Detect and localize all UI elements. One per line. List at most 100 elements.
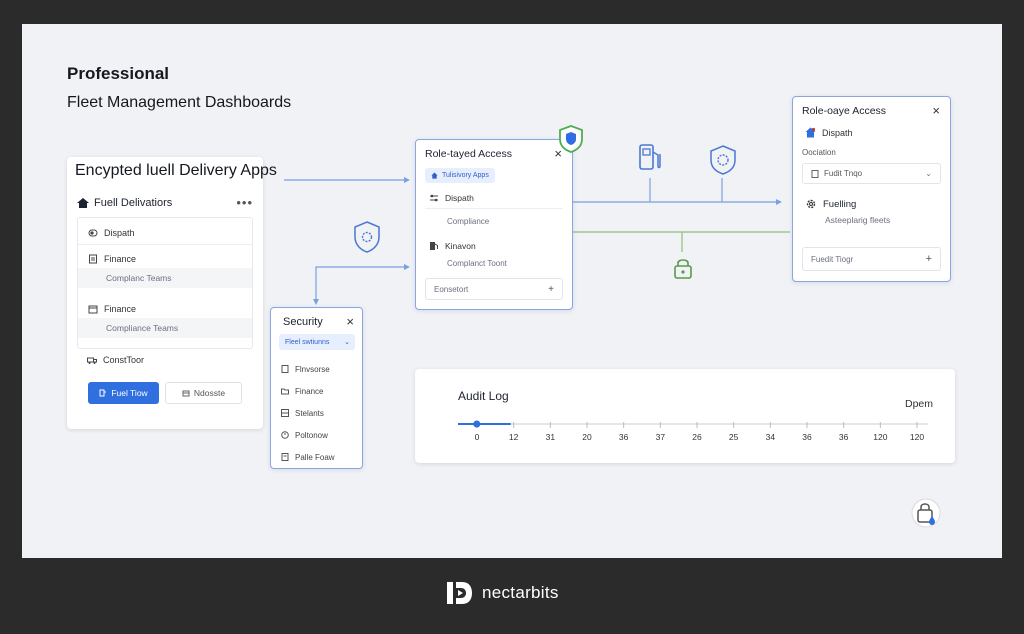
- fuel-card-title: Fuell Delivatiors: [94, 196, 173, 209]
- timeline-tick-label: 25: [728, 432, 739, 442]
- list-item-label: ConstToor: [103, 355, 145, 365]
- close-icon[interactable]: ×: [346, 314, 354, 329]
- role-access-card: Role-tayed Access × Tulisivory Apps Disp…: [415, 139, 573, 310]
- field-label: Oociation: [802, 148, 836, 157]
- audit-log-right-label: Dpem: [904, 398, 933, 410]
- list-item[interactable]: ConstToor: [87, 355, 144, 365]
- list-item[interactable]: Dispath: [429, 193, 474, 203]
- calendar-icon: [88, 305, 98, 314]
- truck-icon: [87, 357, 97, 364]
- chevron-down-icon: ⌄: [344, 339, 350, 346]
- apps-tag-label: Tulisivory Apps: [442, 172, 489, 179]
- add-entry-text: Fuedit Tiogr: [811, 254, 854, 264]
- add-entry-input[interactable]: Fuedit Tiogr +: [802, 247, 941, 271]
- list-item[interactable]: Palle Foaw: [281, 446, 335, 468]
- timeline-tick-label: 0: [474, 432, 480, 442]
- list-item-label: Dispath: [445, 193, 474, 203]
- shield-check-icon: [559, 125, 583, 153]
- list-item-label: Finance: [104, 304, 137, 314]
- add-entry-text: Eonsetort: [434, 284, 469, 294]
- timeline-tick-label: 120: [873, 432, 888, 442]
- timeline-tick-label: 12: [508, 432, 519, 442]
- document-icon: [281, 365, 289, 373]
- timeline-slider[interactable]: [458, 419, 928, 429]
- audit-log-title: Audit Log: [458, 389, 509, 403]
- list-item[interactable]: Flnvsorse: [281, 358, 335, 380]
- fuel-pump-icon: [639, 144, 661, 170]
- add-entry-input[interactable]: Eonsetort +: [425, 278, 563, 300]
- shield-gear-icon: [710, 145, 736, 175]
- document-icon: [89, 254, 97, 264]
- list-item-sub: Complanc Teams: [78, 268, 252, 288]
- divider: [78, 244, 252, 245]
- list-item-label: Finance: [295, 386, 324, 396]
- timeline-tick-label: 36: [802, 432, 812, 442]
- headline: Professional Fleet Management Dashboards: [67, 64, 291, 112]
- list-item[interactable]: Dispath: [88, 228, 135, 238]
- list-item[interactable]: Dispath: [805, 127, 853, 138]
- home-icon: [431, 172, 438, 179]
- list-item-label: Flnvsorse: [295, 364, 330, 374]
- list-item[interactable]: Stelants: [281, 402, 335, 424]
- list-item[interactable]: Poltonow: [281, 424, 335, 446]
- lock-icon: [674, 259, 692, 279]
- timeline-tick-label: 36: [838, 432, 849, 442]
- document-icon: [811, 169, 819, 178]
- list-item[interactable]: Finance: [88, 254, 136, 264]
- list-item[interactable]: Kinavon: [429, 241, 476, 251]
- box-icon: [182, 390, 190, 397]
- timeline-tick-label: 37: [655, 432, 666, 442]
- timeline-tick-label: 20: [582, 432, 592, 442]
- fuel-icon: [99, 389, 107, 397]
- folder-icon: [281, 388, 289, 395]
- more-options-icon[interactable]: •••: [236, 195, 253, 210]
- timeline-handle: [473, 420, 481, 428]
- fuel-card-list: Dispath Finance Complanc Teams Finance C…: [77, 217, 253, 349]
- lock-drop-icon: [911, 498, 941, 528]
- timeline-tick-labels: 0 12 31 20 36 37 26 25 34 36 36 120 120: [458, 432, 928, 444]
- list-item-label: Poltonow: [295, 430, 328, 440]
- list-item-sub: Compliance: [447, 217, 490, 226]
- list-item[interactable]: Finance: [281, 380, 335, 402]
- secondary-button[interactable]: Ndosste: [165, 382, 242, 404]
- fuel-card-header: Fuell Delivatiors •••: [77, 195, 253, 210]
- audit-select[interactable]: Fudit Tnqo ⌄: [802, 163, 941, 184]
- fleet-dropdown[interactable]: Fleel swtiunns ⌄: [279, 334, 355, 350]
- file-icon: [281, 453, 289, 461]
- list-item-label: Palle Foaw: [295, 452, 335, 462]
- list-item[interactable]: Fuelling: [805, 198, 856, 210]
- list-item-label: Stelants: [295, 408, 324, 418]
- home-icon: [77, 197, 89, 208]
- brand: nectarbits: [444, 578, 559, 608]
- timeline-tick-label: 26: [692, 432, 702, 442]
- list-item-label: Kinavon: [445, 241, 476, 251]
- close-icon[interactable]: ×: [932, 103, 940, 118]
- divider: [425, 208, 563, 209]
- plus-icon[interactable]: +: [548, 284, 554, 295]
- list-item-label: Dispath: [822, 127, 853, 138]
- list-item[interactable]: Finance: [88, 304, 136, 314]
- list-item-label: Dispath: [104, 228, 135, 238]
- section-title: Encypted luell Delivery Apps: [75, 162, 277, 179]
- brand-name: nectarbits: [482, 583, 559, 602]
- role-access-card-right: Role-oaye Access × Dispath Oociation Fud…: [792, 96, 951, 282]
- fuel-pump-icon: [430, 242, 438, 250]
- list-item-sub: Complanct Toont: [447, 259, 507, 268]
- timeline-tick-label: 34: [765, 432, 776, 442]
- toggle-icon: [88, 229, 98, 237]
- timeline-tick-label: 31: [545, 432, 556, 442]
- apps-tag[interactable]: Tulisivory Apps: [425, 168, 495, 183]
- timeline-tick-label: 36: [618, 432, 629, 442]
- nectarbits-logo-icon: [447, 582, 472, 604]
- shield-icon: [354, 221, 380, 253]
- security-card: Security × Fleel swtiunns ⌄ Flnvsorse Fi…: [270, 307, 363, 469]
- grid-icon: [281, 409, 289, 417]
- timeline-tick-label: 120: [909, 432, 925, 442]
- fuel-flow-button[interactable]: Fuel Tiow: [88, 382, 159, 404]
- sliders-icon: [430, 194, 438, 202]
- clock-icon: [281, 431, 289, 439]
- list-item-label: Fuelling: [823, 198, 857, 210]
- secondary-button-label: Ndosste: [193, 388, 226, 398]
- home-shield-icon: [805, 127, 816, 138]
- plus-icon[interactable]: +: [926, 253, 932, 265]
